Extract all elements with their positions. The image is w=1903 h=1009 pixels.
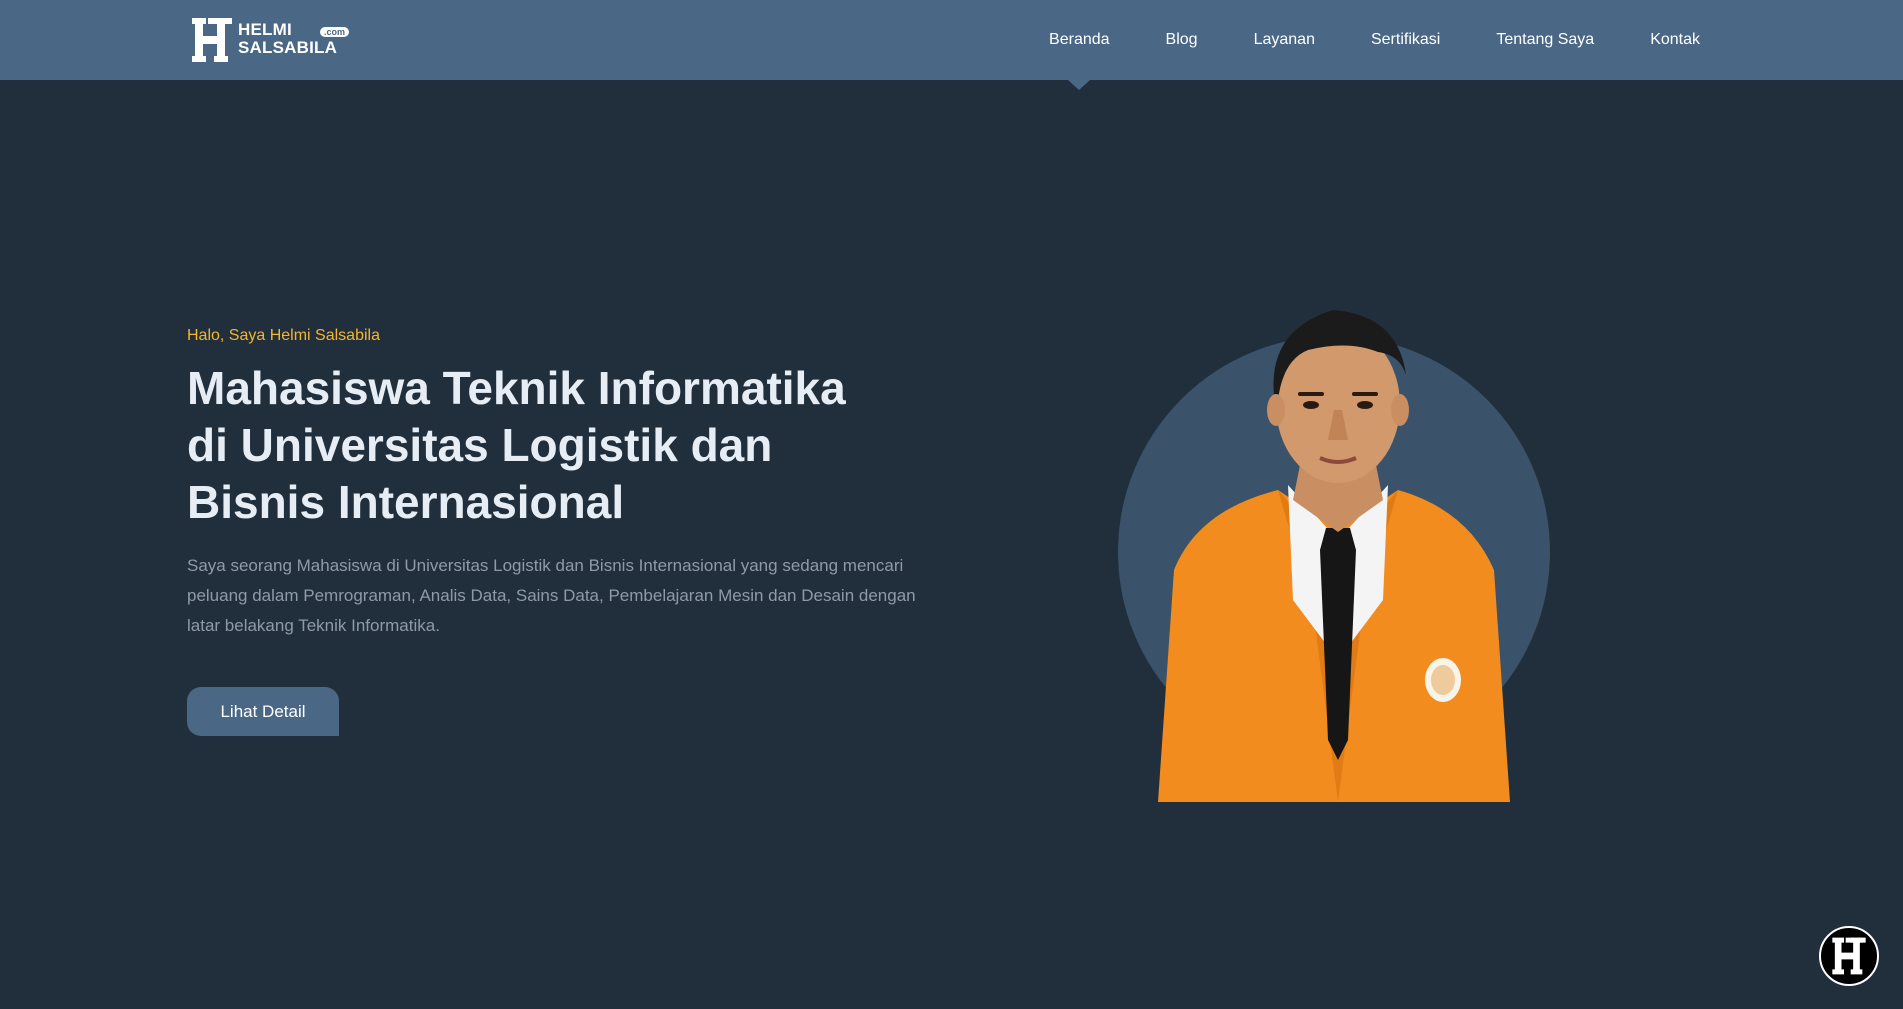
- portrait-image: [1158, 310, 1510, 802]
- hero-title-line-1: Mahasiswa Teknik Informatika: [187, 362, 846, 414]
- hero-description: Saya seorang Mahasiswa di Universitas Lo…: [187, 556, 916, 635]
- hero-title-line-2: di Universitas Logistik dan: [187, 419, 773, 471]
- nav-blog[interactable]: Blog: [1138, 0, 1226, 80]
- nav-beranda[interactable]: Beranda: [1021, 0, 1138, 90]
- site-header: HELMI SALSABILA .com Beranda Blog Layana…: [0, 0, 1903, 90]
- nav-sertifikasi[interactable]: Sertifikasi: [1343, 0, 1468, 80]
- floating-h-logo-button[interactable]: [1819, 926, 1879, 986]
- lihat-detail-button[interactable]: Lihat Detail: [187, 687, 339, 736]
- logo-tld-badge: .com: [320, 27, 350, 37]
- logo-line-2: SALSABILA: [238, 38, 338, 57]
- h-logo-icon: [1832, 937, 1866, 975]
- nav-layanan[interactable]: Layanan: [1226, 0, 1343, 80]
- main-nav: Beranda Blog Layanan Sertifikasi Tentang…: [1021, 0, 1728, 90]
- nav-kontak[interactable]: Kontak: [1622, 0, 1728, 80]
- hero-greeting: Halo, Saya Helmi Salsabila: [187, 327, 380, 344]
- nav-tentang-saya[interactable]: Tentang Saya: [1468, 0, 1622, 80]
- site-logo[interactable]: HELMI SALSABILA .com: [190, 16, 354, 64]
- hero-title: Mahasiswa Teknik Informatika di Universi…: [187, 360, 927, 531]
- hero-title-line-3: Bisnis Internasional: [187, 476, 625, 528]
- logo-h-icon: [192, 18, 232, 62]
